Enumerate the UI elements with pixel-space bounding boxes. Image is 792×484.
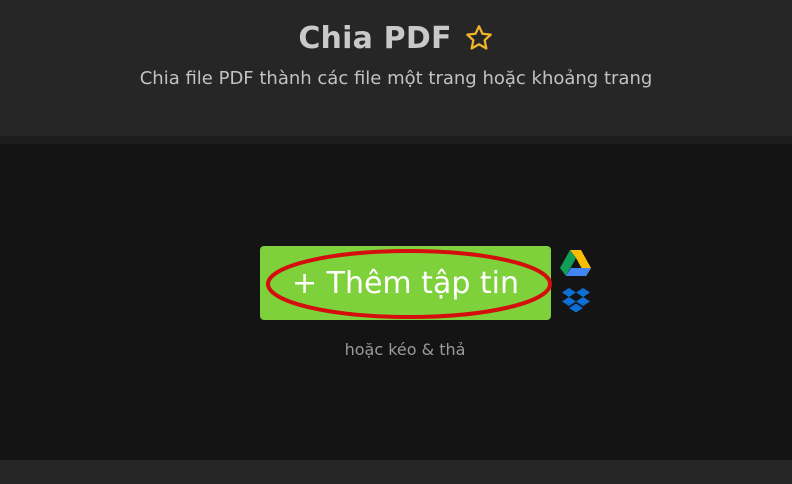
page-subtitle: Chia file PDF thành các file một trang h…: [139, 68, 653, 89]
star-outline-icon[interactable]: [464, 23, 494, 53]
dropbox-icon[interactable]: [561, 287, 591, 316]
add-file-button[interactable]: + Thêm tập tin: [260, 246, 551, 320]
page-title: Chia PDF: [298, 20, 452, 56]
google-drive-icon[interactable]: [560, 250, 591, 277]
add-file-label: + Thêm tập tin: [291, 265, 520, 301]
title-row: Chia PDF: [0, 16, 792, 60]
drag-drop-hint: hoặc kéo & thả: [344, 340, 466, 359]
bottom-panel: [0, 460, 792, 484]
header-divider: [0, 136, 792, 144]
page-header: Chia PDF Chia file PDF thành các file mộ…: [0, 0, 792, 136]
